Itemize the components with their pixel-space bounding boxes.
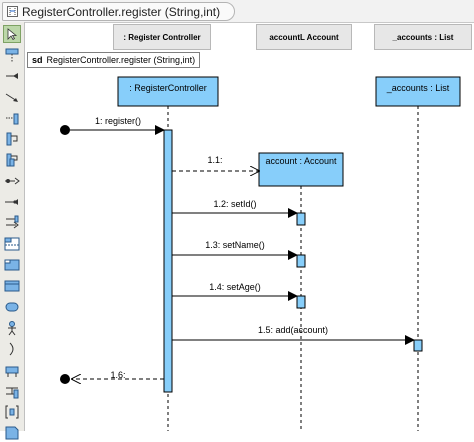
message-set-id-label: 1.2: setId(): [213, 199, 256, 209]
return-end-point[interactable]: [60, 374, 70, 384]
lifeline-accounts-list-label: _accounts : List: [386, 83, 450, 93]
lifeline-account[interactable]: account : Account: [258, 152, 344, 187]
message-return-label: 1.6:: [110, 370, 125, 380]
lifeline-register-controller[interactable]: : RegisterController: [117, 76, 219, 107]
sequence-diagram: : RegisterController account : Account _…: [60, 76, 461, 431]
activation-set-id[interactable]: [296, 212, 306, 226]
lifeline-register-controller-label: : RegisterController: [129, 83, 207, 93]
activation-set-age[interactable]: [296, 295, 306, 309]
message-register-label: 1: register(): [95, 116, 141, 126]
message-set-age-label: 1.4: setAge(): [209, 282, 261, 292]
activation-set-name[interactable]: [296, 254, 306, 268]
activation-register-controller[interactable]: [163, 129, 173, 393]
message-add-account-label: 1.5: add(account): [258, 325, 328, 335]
lifeline-account-label: account : Account: [265, 156, 337, 166]
lifeline-accounts-list[interactable]: _accounts : List: [375, 76, 461, 107]
message-set-name-label: 1.3: setName(): [205, 240, 265, 250]
activation-add[interactable]: [413, 339, 423, 352]
message-create-account-label: 1.1:: [207, 155, 222, 165]
found-message-start[interactable]: [60, 125, 70, 135]
